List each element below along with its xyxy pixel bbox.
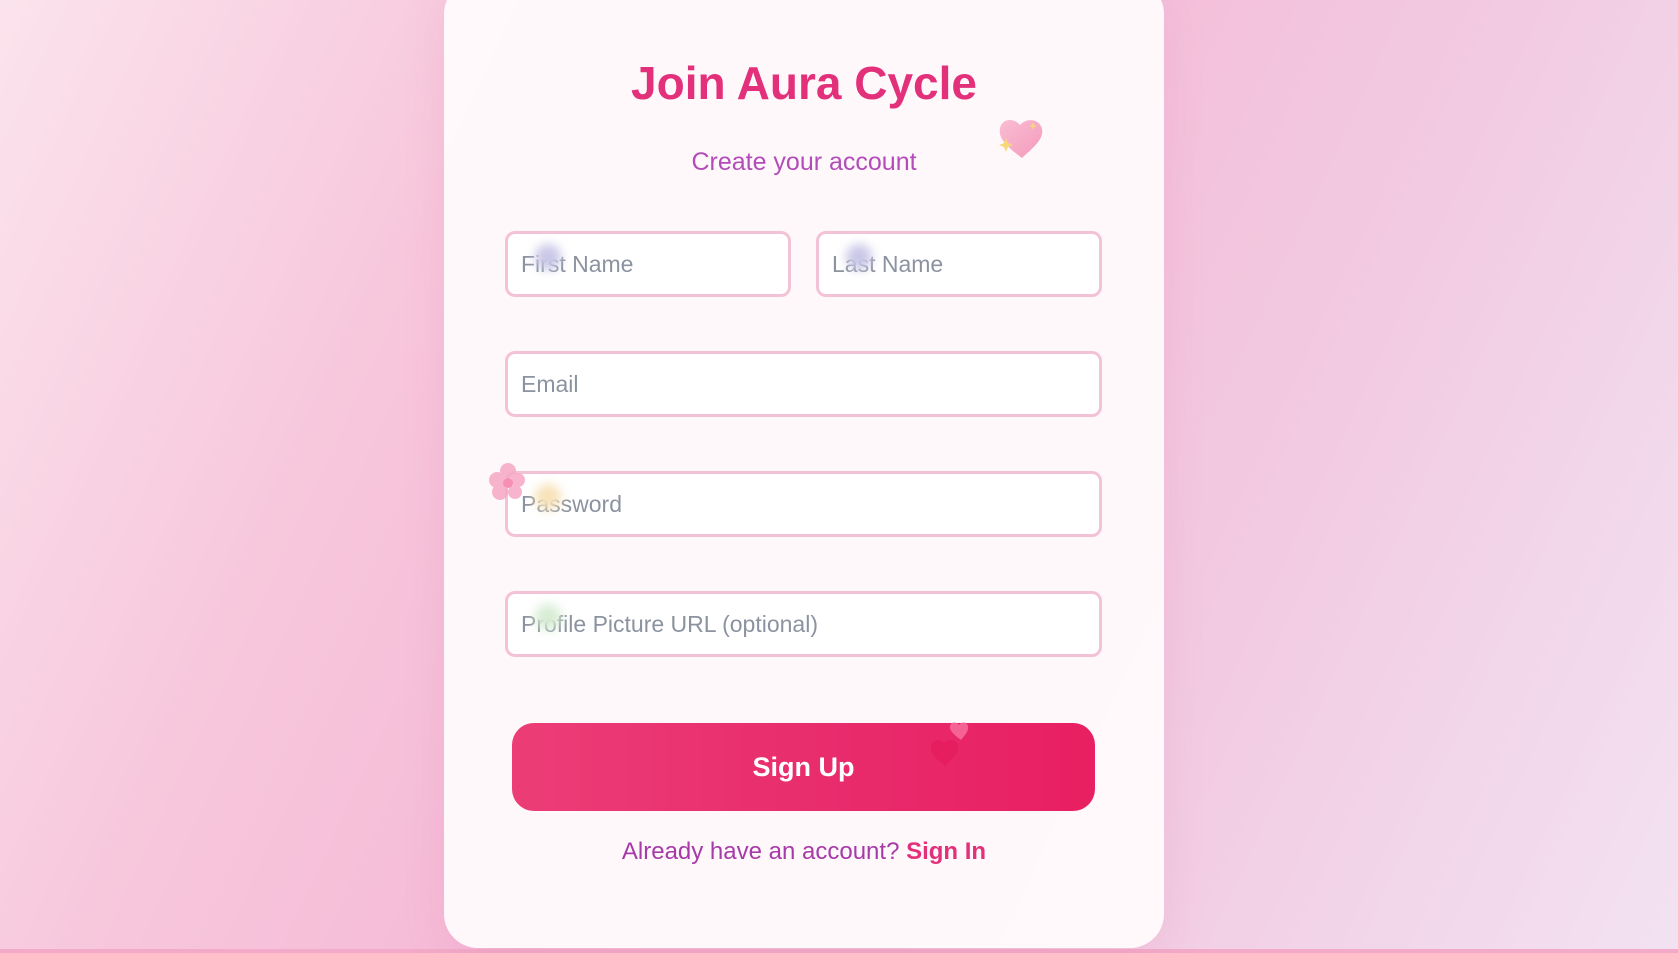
page-subtitle: Create your account (691, 148, 917, 176)
signin-prompt-text: Already have an account? (621, 838, 907, 865)
page-bottom-strip (0, 949, 1678, 953)
signin-prompt: Already have an account? Sign In (444, 838, 1164, 866)
password-input[interactable] (505, 471, 1102, 537)
last-name-input[interactable] (816, 231, 1102, 297)
page-title: Join Aura Cycle (631, 57, 977, 109)
sign-in-link[interactable]: Sign In (906, 838, 986, 865)
signup-card: Join Aura Cycle Create your account Firs… (444, 0, 1164, 948)
email-input[interactable] (505, 351, 1102, 417)
sign-up-button[interactable]: Sign Up (512, 723, 1095, 811)
first-name-input[interactable] (505, 231, 791, 297)
profile-picture-url-input[interactable] (505, 591, 1102, 657)
